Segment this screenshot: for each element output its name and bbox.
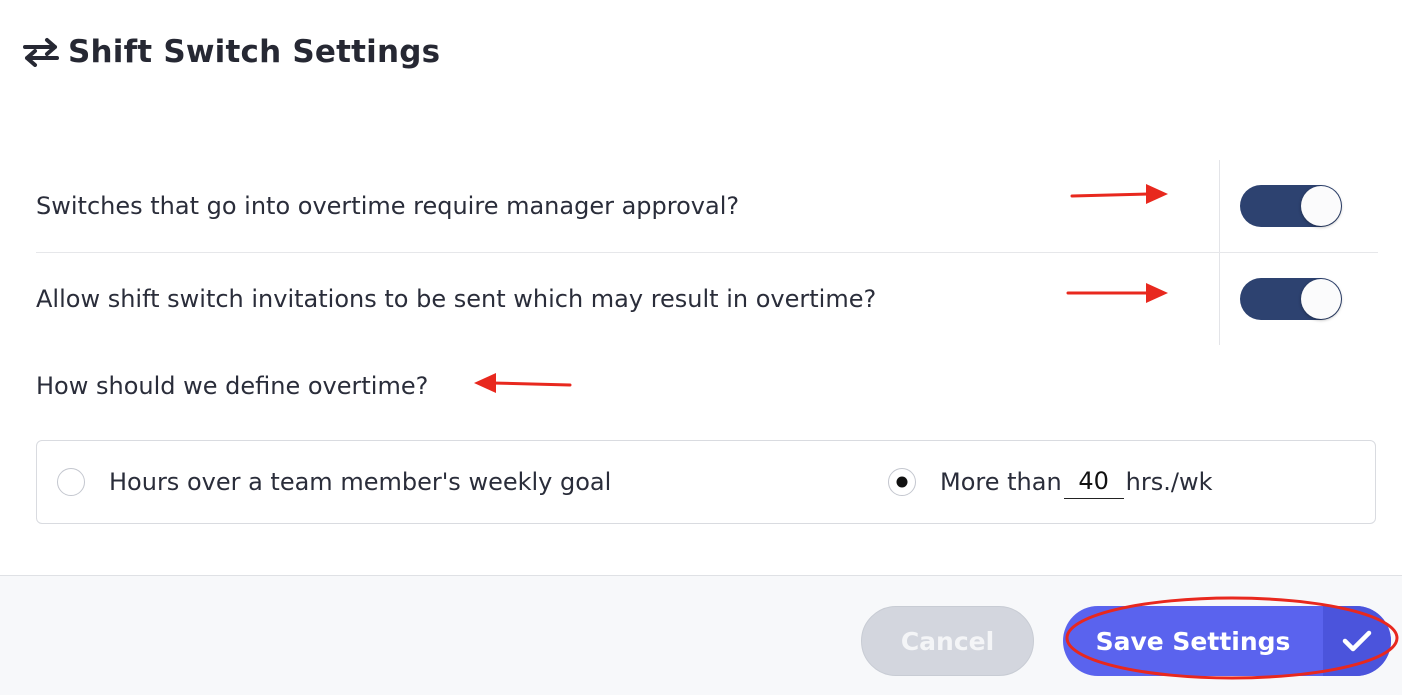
save-settings-button[interactable]: Save Settings — [1063, 606, 1391, 676]
setting-label-overtime-invitations: Allow shift switch invitations to be sen… — [36, 285, 877, 313]
overtime-options-box: Hours over a team member's weekly goal M… — [36, 440, 1376, 524]
option-hours-prefix: More than — [940, 467, 1062, 496]
footer-bar: Cancel Save Settings — [0, 575, 1402, 695]
toggle-knob — [1301, 279, 1341, 319]
option-hours-suffix: hrs./wk — [1125, 467, 1213, 496]
page-header: Shift Switch Settings — [22, 28, 440, 76]
setting-row-overtime-approval: Switches that go into overtime require m… — [36, 160, 1378, 252]
overtime-approval-toggle[interactable] — [1240, 185, 1342, 227]
row-divider — [1219, 160, 1220, 252]
toggle-knob — [1301, 186, 1341, 226]
annotation-arrow-3 — [474, 373, 572, 393]
option-hours-per-week[interactable]: More than hrs./wk — [888, 441, 1213, 522]
save-settings-label: Save Settings — [1095, 626, 1291, 656]
radio-weekly-goal[interactable] — [57, 467, 85, 496]
overtime-question: How should we define overtime? — [36, 372, 429, 400]
setting-label-overtime-approval: Switches that go into overtime require m… — [36, 192, 740, 220]
page-title: Shift Switch Settings — [68, 34, 441, 70]
checkmark-icon — [1323, 606, 1391, 676]
cancel-button[interactable]: Cancel — [861, 606, 1034, 676]
option-weekly-goal[interactable]: Hours over a team member's weekly goal — [57, 441, 611, 522]
radio-hours-per-week[interactable] — [888, 467, 916, 496]
hours-per-week-input[interactable] — [1063, 464, 1124, 499]
switch-arrows-icon — [23, 38, 59, 67]
row-divider — [1219, 253, 1220, 345]
overtime-invitations-toggle[interactable] — [1240, 278, 1342, 320]
option-weekly-goal-label: Hours over a team member's weekly goal — [109, 467, 612, 496]
settings-list: Switches that go into overtime require m… — [36, 160, 1378, 345]
setting-row-overtime-invitations: Allow shift switch invitations to be sen… — [36, 252, 1378, 345]
